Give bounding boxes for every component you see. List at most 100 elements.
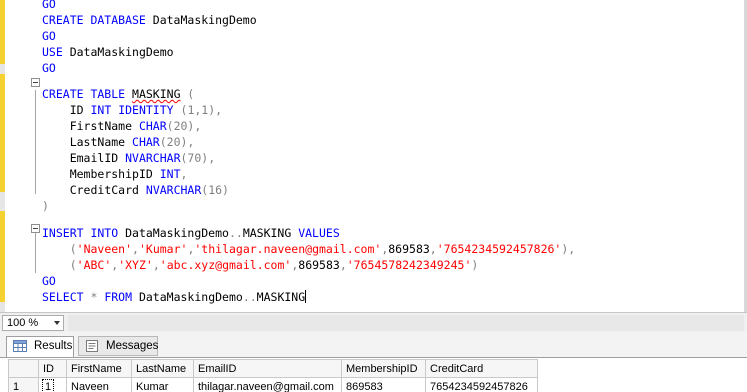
grid-cell[interactable]: 869583: [341, 377, 426, 392]
tab-messages[interactable]: Messages: [78, 336, 158, 356]
keyword: USE: [42, 45, 63, 59]
string-literal: 'Naveen': [76, 242, 133, 256]
results-grid-area[interactable]: ID FirstName LastName EmailID Membership…: [0, 357, 747, 392]
text-caret: [305, 290, 307, 303]
identifier: CreditCard: [69, 183, 139, 197]
operator: (20),: [159, 135, 195, 149]
keyword: GO: [42, 61, 56, 75]
zoom-dropdown[interactable]: 100 %: [2, 315, 64, 331]
column-header[interactable]: EmailID: [193, 359, 342, 378]
keyword: VALUES: [291, 226, 340, 240]
grid-corner[interactable]: [8, 359, 39, 378]
collapse-toggle-icon[interactable]: [31, 78, 40, 87]
string-literal: '7654234592457826': [436, 242, 562, 256]
code-line: GO: [42, 0, 575, 12]
keyword: INSERT INTO: [42, 226, 119, 240]
results-pane: Results Messages ID FirstName LastName E…: [0, 332, 747, 392]
collapse-toggle-icon[interactable]: [31, 224, 40, 233]
identifier: FirstName: [69, 119, 133, 133]
code-line: USE DataMaskingDemo: [42, 44, 575, 60]
identifier: DataMaskingDemo: [62, 45, 174, 59]
grid-cell[interactable]: thilagar.naveen@gmail.com: [193, 377, 342, 392]
code-line: GO: [42, 28, 575, 44]
operator: (: [180, 87, 195, 101]
string-literal: '7654578242349245': [346, 258, 472, 272]
horizontal-scrollbar[interactable]: [68, 315, 744, 331]
identifier: ID: [69, 103, 84, 117]
identifier: MembershipID: [69, 167, 153, 181]
messages-icon: [86, 340, 98, 352]
identifier: LastName: [69, 135, 126, 149]
code-line: ('Naveen','Kumar','thilagar.naveen@gmail…: [69, 242, 576, 256]
string-literal: 'abc.xyz@gmail.com': [159, 258, 292, 272]
keyword: SELECT: [42, 290, 84, 304]
column-header[interactable]: MembershipID: [341, 359, 426, 378]
outline-guide: [35, 229, 36, 273]
number-literal: 869583: [388, 242, 430, 256]
keyword: GO: [42, 0, 56, 11]
code-line: MembershipID INT,: [42, 166, 575, 182]
operator: ): [471, 258, 479, 272]
identifier: DataMaskingDemo: [118, 226, 229, 240]
code-line: GO: [42, 60, 575, 76]
keyword: CHAR: [132, 135, 160, 149]
code-line: ('ABC','XYZ','abc.xyz@gmail.com',869583,…: [69, 258, 479, 272]
string-literal: 'XYZ': [118, 258, 153, 272]
grid-cell[interactable]: 7654234592457826: [425, 377, 538, 392]
results-grid[interactable]: ID FirstName LastName EmailID Membership…: [8, 359, 538, 392]
editor-status-strip: 100 %: [0, 312, 747, 332]
string-literal: 'ABC': [76, 258, 112, 272]
operator: (: [69, 242, 77, 256]
grid-header-row: ID FirstName LastName EmailID Membership…: [8, 359, 538, 378]
keyword: INT IDENTITY: [90, 103, 174, 117]
column-header[interactable]: FirstName: [66, 359, 132, 378]
tab-messages-label: Messages: [106, 340, 159, 352]
code-line: ): [42, 198, 575, 214]
column-header[interactable]: CreditCard: [425, 359, 538, 378]
grid-cell[interactable]: Kumar: [131, 377, 194, 392]
table-row[interactable]: 1 1 Naveen Kumar thilagar.naveen@gmail.c…: [8, 377, 538, 392]
operator: ..: [228, 226, 243, 240]
grid-icon: [13, 340, 27, 352]
code-line: INSERT INTO DataMaskingDemo..MASKING VAL…: [42, 225, 575, 241]
column-header[interactable]: LastName: [131, 359, 194, 378]
keyword: CREATE TABLE: [42, 87, 126, 101]
query-editor[interactable]: GO CREATE DATABASE DataMaskingDemo GO US…: [0, 0, 747, 312]
code-line: LastName CHAR(20),: [42, 134, 575, 150]
tab-results-label: Results: [34, 340, 73, 352]
chevron-down-icon[interactable]: [54, 321, 60, 325]
string-literal: 'Kumar': [138, 242, 188, 256]
code-line: CREATE DATABASE DataMaskingDemo: [42, 12, 575, 28]
operator: ),: [561, 242, 576, 256]
zoom-value: 100 %: [7, 317, 39, 329]
code-line: FirstName CHAR(20),: [42, 118, 575, 134]
identifier: DataMaskingDemo: [145, 13, 257, 27]
identifier: EmailID: [69, 151, 119, 165]
sql-code: GO CREATE DATABASE DataMaskingDemo GO US…: [42, 0, 575, 305]
row-number[interactable]: 1: [8, 377, 39, 392]
grid-cell-selected[interactable]: 1: [38, 377, 67, 392]
operator: *: [83, 290, 105, 304]
code-line: ID INT IDENTITY (1,1),: [42, 102, 575, 118]
code-line: GO: [42, 273, 575, 289]
identifier: MASKING: [132, 87, 181, 101]
string-literal: 'thilagar.naveen@gmail.com': [194, 242, 382, 256]
identifier: DataMaskingDemo: [132, 290, 243, 304]
change-indicator-bar: [0, 211, 5, 302]
code-line: SELECT * FROM DataMaskingDemo..MASKING: [42, 289, 575, 305]
operator: (16): [201, 183, 229, 197]
grid-cell[interactable]: Naveen: [66, 377, 132, 392]
code-line: CreditCard NVARCHAR(16): [42, 182, 575, 198]
tab-results[interactable]: Results: [6, 336, 74, 357]
code-line: CREATE TABLE MASKING (: [42, 86, 575, 102]
keyword: NVARCHAR: [125, 151, 181, 165]
keyword: GO: [42, 29, 56, 43]
operator: (70),: [180, 151, 216, 165]
code-line: EmailID NVARCHAR(70),: [42, 150, 575, 166]
identifier: MASKING: [242, 226, 292, 240]
keyword: GO: [42, 274, 56, 288]
cell-value: 1: [42, 378, 55, 392]
column-header[interactable]: ID: [38, 359, 67, 378]
